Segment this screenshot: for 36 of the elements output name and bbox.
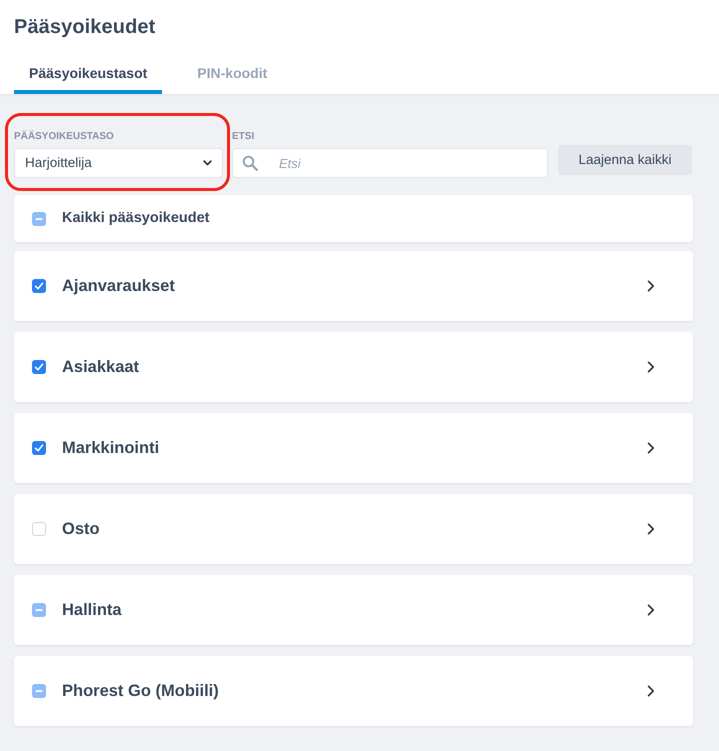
chevron-icon[interactable] bbox=[647, 280, 655, 292]
checked-checkbox[interactable] bbox=[32, 441, 46, 455]
permission-label: Phorest Go (Mobiili) bbox=[62, 680, 219, 702]
checked-checkbox[interactable] bbox=[32, 279, 46, 293]
search-field[interactable]: Etsi bbox=[232, 148, 548, 178]
empty-checkbox[interactable] bbox=[32, 522, 46, 536]
permission-label: Markkinointi bbox=[62, 438, 160, 459]
chevron-icon[interactable] bbox=[647, 442, 655, 454]
permission-card[interactable]: Phorest Go (Mobiili) bbox=[14, 656, 693, 726]
permission-label: Kaikki pääsyoikeudet bbox=[62, 208, 210, 228]
caret-icon bbox=[203, 160, 212, 166]
page-title: Pääsyoikeudet bbox=[14, 15, 156, 40]
permission-label: Asiakkaat bbox=[62, 356, 140, 378]
permission-card[interactable]: Hallinta bbox=[14, 575, 693, 645]
permission-card[interactable]: Markkinointi bbox=[14, 413, 693, 483]
permission-label: Hallinta bbox=[62, 600, 122, 621]
partial-checkbox[interactable] bbox=[32, 684, 46, 698]
checked-checkbox[interactable] bbox=[32, 360, 46, 374]
field-label: PÄÄSYOIKEUSTASO bbox=[14, 131, 114, 143]
tab[interactable]: Pääsyoikeustasot bbox=[14, 56, 162, 94]
partial-checkbox[interactable] bbox=[32, 603, 46, 617]
permission-label: Ajanvaraukset bbox=[62, 276, 175, 297]
permission-card[interactable]: Asiakkaat bbox=[14, 332, 693, 402]
field-label: ETSI bbox=[232, 131, 254, 143]
permission-card[interactable]: Ajanvaraukset bbox=[14, 251, 693, 321]
chevron-icon[interactable] bbox=[647, 361, 655, 373]
chevron-icon[interactable] bbox=[647, 685, 655, 697]
chevron-icon[interactable] bbox=[647, 523, 655, 535]
level-dropdown[interactable]: Harjoittelija bbox=[14, 148, 223, 178]
permission-label: Osto bbox=[62, 518, 100, 540]
partial-checkbox[interactable] bbox=[32, 212, 46, 226]
permission-card[interactable]: Osto bbox=[14, 494, 693, 564]
select-all-row[interactable]: Kaikki pääsyoikeudet bbox=[14, 195, 693, 242]
search-icon bbox=[242, 155, 258, 171]
expand-all-button[interactable]: Laajenna kaikki bbox=[558, 145, 692, 175]
chevron-icon[interactable] bbox=[647, 604, 655, 616]
